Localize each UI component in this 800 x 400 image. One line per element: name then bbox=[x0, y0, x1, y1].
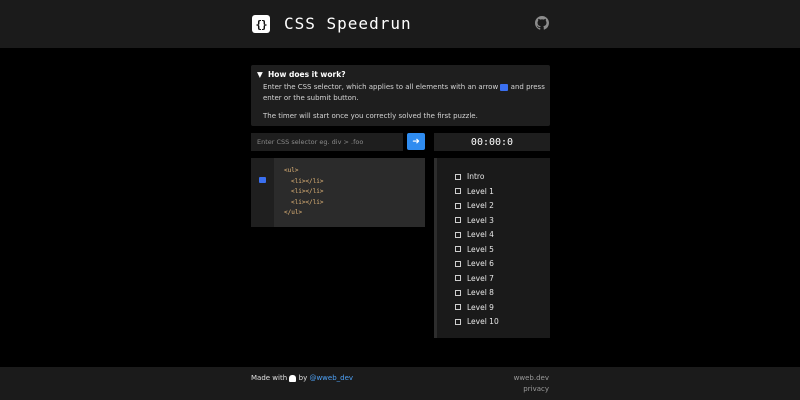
checkbox-icon[interactable] bbox=[455, 202, 461, 209]
css-selector-input[interactable] bbox=[251, 133, 403, 151]
level-label: Level 9 bbox=[467, 302, 494, 312]
code-view: <ul> <li></li> <li></li> <li></li> </ul> bbox=[251, 158, 425, 227]
checkbox-icon[interactable] bbox=[455, 304, 461, 310]
footer-bar: Made with by @wweb_dev wweb.dev privacy bbox=[0, 367, 800, 400]
arrow-right-icon: ➜ bbox=[412, 136, 420, 147]
checkbox-icon[interactable] bbox=[455, 188, 461, 194]
checkbox-icon[interactable] bbox=[455, 217, 461, 223]
level-label: Level 8 bbox=[467, 288, 494, 297]
app-title: CSS Speedrun bbox=[284, 14, 412, 33]
checkbox-icon[interactable] bbox=[455, 289, 461, 296]
level-item[interactable]: Level 9 bbox=[455, 303, 494, 312]
code-line: <li></li> bbox=[291, 188, 324, 195]
arrow-marker-icon bbox=[500, 83, 509, 91]
level-label: Level 5 bbox=[467, 244, 494, 254]
author-link[interactable]: @wweb_dev bbox=[309, 374, 353, 382]
checkbox-icon[interactable] bbox=[455, 275, 461, 281]
code-line: </ul> bbox=[284, 209, 303, 216]
level-item[interactable]: Level 4 bbox=[455, 230, 494, 239]
level-label: Level 6 bbox=[467, 259, 494, 268]
by-label: by bbox=[298, 374, 308, 382]
code-line: <li></li> bbox=[291, 198, 324, 206]
help-panel: ▼ How does it work? Enter the CSS select… bbox=[251, 65, 550, 126]
disclosure-triangle-icon: ▼ bbox=[257, 70, 263, 79]
arrow-marker-icon bbox=[259, 177, 266, 183]
level-item[interactable]: Level 1 bbox=[455, 187, 494, 196]
privacy-link[interactable]: privacy bbox=[523, 385, 549, 393]
level-item[interactable]: Level 6 bbox=[455, 259, 494, 268]
code-gutter bbox=[251, 158, 274, 227]
level-item[interactable]: Level 10 bbox=[455, 317, 499, 326]
level-label: Level 3 bbox=[467, 215, 494, 225]
help-summary-toggle[interactable]: ▼ How does it work? bbox=[257, 70, 346, 79]
level-label: Level 10 bbox=[467, 317, 499, 326]
checkbox-icon[interactable] bbox=[455, 246, 461, 252]
made-with-label: Made with bbox=[251, 374, 288, 382]
level-item[interactable]: Level 7 bbox=[455, 274, 494, 283]
level-label: Level 4 bbox=[467, 230, 494, 239]
help-text-part1: Enter the CSS selector, which applies to… bbox=[263, 83, 499, 91]
level-item[interactable]: Level 8 bbox=[455, 288, 494, 297]
level-item[interactable]: Intro bbox=[455, 172, 484, 181]
github-icon[interactable] bbox=[535, 16, 549, 30]
level-item[interactable]: Level 5 bbox=[455, 245, 494, 254]
code-lines: <ul> <li></li> <li></li> <li></li> </ul> bbox=[284, 166, 324, 219]
checkbox-icon[interactable] bbox=[455, 231, 461, 238]
timer-note: The timer will start once you correctly … bbox=[263, 112, 478, 120]
help-summary-label: How does it work? bbox=[268, 70, 346, 79]
level-item[interactable]: Level 2 bbox=[455, 201, 494, 210]
code-line: <ul> bbox=[284, 167, 299, 174]
made-with-text: Made with by @wweb_dev bbox=[251, 374, 353, 382]
help-instructions: Enter the CSS selector, which applies to… bbox=[263, 82, 547, 104]
level-item[interactable]: Level 3 bbox=[455, 216, 494, 225]
level-label: Level 2 bbox=[467, 201, 494, 210]
checkbox-icon[interactable] bbox=[455, 173, 461, 180]
level-label: Intro bbox=[467, 172, 485, 181]
site-link[interactable]: wweb.dev bbox=[514, 374, 549, 382]
level-label: Level 1 bbox=[467, 186, 494, 196]
level-label: Level 7 bbox=[467, 273, 494, 283]
level-list: Intro Level 1 Level 2 Level 3 Level 4 Level 5… bbox=[434, 158, 550, 338]
ghost-icon bbox=[289, 374, 297, 382]
logo-icon: {} bbox=[252, 15, 270, 33]
code-line: <li></li> bbox=[291, 177, 324, 185]
checkbox-icon[interactable] bbox=[455, 318, 461, 325]
timer-display: 00:00:0 bbox=[434, 133, 550, 151]
header-bar: {} CSS Speedrun bbox=[0, 0, 800, 48]
checkbox-icon[interactable] bbox=[455, 260, 461, 267]
submit-button[interactable]: ➜ bbox=[407, 133, 425, 150]
